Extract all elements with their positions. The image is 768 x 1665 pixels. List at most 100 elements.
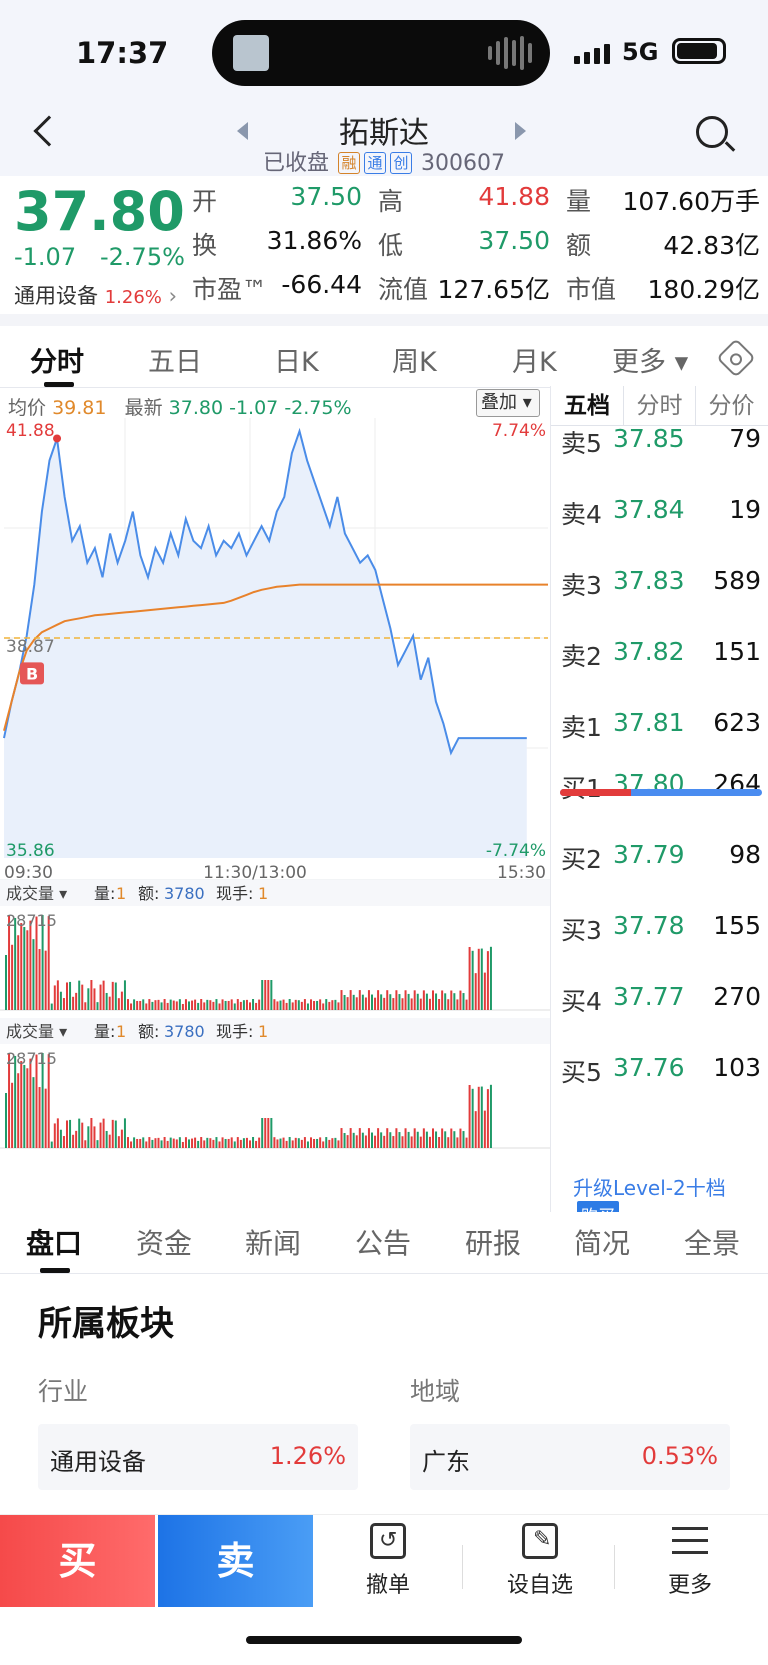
tab-weekly-k[interactable]: 周K [392, 340, 437, 379]
volume-bar [462, 1131, 465, 1148]
industry-link[interactable]: 通用设备 1.26% › [14, 280, 177, 310]
volume-bar [273, 999, 276, 1010]
sector-title: 所属板块 [38, 1304, 174, 1344]
volume-bar [11, 1082, 14, 1148]
volume-bar [117, 1136, 120, 1148]
volume-bar [435, 1131, 438, 1148]
volume-bar [184, 1137, 187, 1148]
bid-row[interactable]: 买5 37.76 103 [561, 1053, 761, 1093]
industry-card[interactable]: 通用设备 1.26% [38, 1424, 358, 1490]
volume-bar [163, 999, 166, 1010]
volume-bar [66, 1120, 68, 1148]
volume-bar [154, 1138, 157, 1148]
tab-news[interactable]: 新闻 [245, 1222, 301, 1262]
volume-bar [489, 1084, 492, 1148]
tab-five-day[interactable]: 五日 [148, 340, 202, 379]
volume-hand-label: 现手: [216, 884, 253, 903]
tab-price-dist[interactable]: 分价 [695, 386, 767, 426]
intraday-chart[interactable]: B41.88 7.74%38.8735.86 -7.74%09:30 11:30/13… [0, 418, 550, 1212]
volume-bar [459, 1128, 462, 1148]
tab-five-levels[interactable]: 五档 [551, 386, 623, 426]
volume-bar [96, 1140, 99, 1148]
volume-bar [160, 1140, 163, 1148]
volume-bar [413, 990, 416, 1010]
volume-bar [130, 1003, 133, 1010]
ask-row[interactable]: 卖5 37.85 79 [561, 424, 761, 464]
buy-button[interactable]: 买 [0, 1515, 155, 1607]
volume-indicator-label: 成交量 ▾ [6, 884, 67, 903]
bid-row-vol: 103 [713, 1053, 761, 1082]
upgrade-label: 升级Level-2十档 [573, 1176, 726, 1200]
volume-bar [209, 1138, 212, 1148]
ask-row-label: 卖4 [561, 500, 602, 529]
section-tabs: 盘口 资金 新闻 公告 研报 简况 全景 [0, 1212, 768, 1274]
volume-bar [288, 999, 291, 1010]
latest-change: -1.07 [229, 397, 279, 419]
volume-bar [447, 1137, 450, 1148]
volume-bar [270, 1118, 273, 1148]
region-card[interactable]: 广东 0.53% [410, 1424, 730, 1490]
volume-bar [468, 1085, 471, 1148]
volume-bar [236, 1137, 239, 1148]
ask-row-vol: 589 [713, 566, 761, 595]
volume-bar [117, 998, 120, 1010]
volume-bar [383, 997, 386, 1010]
volume-bar [456, 1137, 459, 1148]
search-icon[interactable] [696, 116, 728, 148]
volume-bar [181, 1141, 184, 1148]
volume-bar [331, 1138, 334, 1148]
tab-monthly-k[interactable]: 月K [512, 340, 557, 379]
bid-row[interactable]: 买4 37.77 270 [561, 982, 761, 1022]
overlay-dropdown[interactable]: 叠加 ▾ [476, 389, 540, 417]
volume-bar [459, 990, 462, 1010]
volume-bar [285, 1002, 288, 1010]
volume-bar [346, 1135, 349, 1148]
volume-bar [337, 1002, 340, 1010]
next-stock-icon[interactable] [515, 122, 526, 140]
volume-bar [258, 1137, 261, 1148]
cancel-order-button[interactable]: ↺ 撤单 [338, 1523, 438, 1599]
separator [462, 1545, 463, 1589]
tab-ticks[interactable]: 分时 [623, 386, 695, 426]
chart-settings-icon[interactable] [716, 338, 756, 378]
bid-row[interactable]: 买2 37.79 98 [561, 840, 761, 880]
volume-max-label: 28715 [6, 911, 57, 930]
tab-research[interactable]: 研报 [465, 1222, 521, 1262]
volume-bar [416, 1131, 419, 1148]
tab-funds[interactable]: 资金 [136, 1222, 192, 1262]
volume-bar [142, 999, 145, 1010]
add-watchlist-button[interactable]: ✎ 设自选 [490, 1523, 590, 1599]
volume-bar [145, 1003, 148, 1010]
tab-daily-k[interactable]: 日K [274, 340, 319, 379]
volume-bar [486, 1089, 489, 1148]
volume-bar [148, 999, 151, 1010]
volume-bar [47, 1054, 50, 1148]
ask-row[interactable]: 卖4 37.84 19 [561, 495, 761, 535]
tab-profile[interactable]: 简况 [574, 1222, 630, 1262]
bid-row-label: 买4 [561, 987, 602, 1016]
volume-amt: 3780 [164, 884, 205, 903]
quote-value: 41.88 [478, 182, 550, 211]
volume-bar [410, 998, 413, 1010]
volume-bar [93, 1126, 96, 1148]
volume-bar [343, 1133, 346, 1148]
ask-row-vol: 151 [713, 637, 761, 666]
tab-more[interactable]: 更多 ▾ [612, 340, 688, 379]
ask-row[interactable]: 卖3 37.83 589 [561, 566, 761, 606]
industry-pct: 1.26% [104, 287, 162, 308]
volume-bar [328, 1001, 331, 1010]
volume-bar [26, 1068, 29, 1148]
ask-row[interactable]: 卖1 37.81 623 [561, 708, 761, 748]
sell-button[interactable]: 卖 [158, 1515, 313, 1607]
tab-order-book[interactable]: 盘口 [26, 1222, 82, 1262]
volume-bar [392, 1136, 395, 1148]
tab-announcements[interactable]: 公告 [355, 1222, 411, 1262]
tab-panorama[interactable]: 全景 [684, 1222, 740, 1262]
tab-intraday[interactable]: 分时 [30, 340, 84, 379]
bid-row-label: 买3 [561, 916, 602, 945]
volume-bar [355, 1135, 358, 1148]
ask-row[interactable]: 卖2 37.82 151 [561, 637, 761, 677]
bid-row[interactable]: 买3 37.78 155 [561, 911, 761, 951]
volume-bar [184, 999, 187, 1010]
more-button[interactable]: 更多 [640, 1523, 740, 1599]
